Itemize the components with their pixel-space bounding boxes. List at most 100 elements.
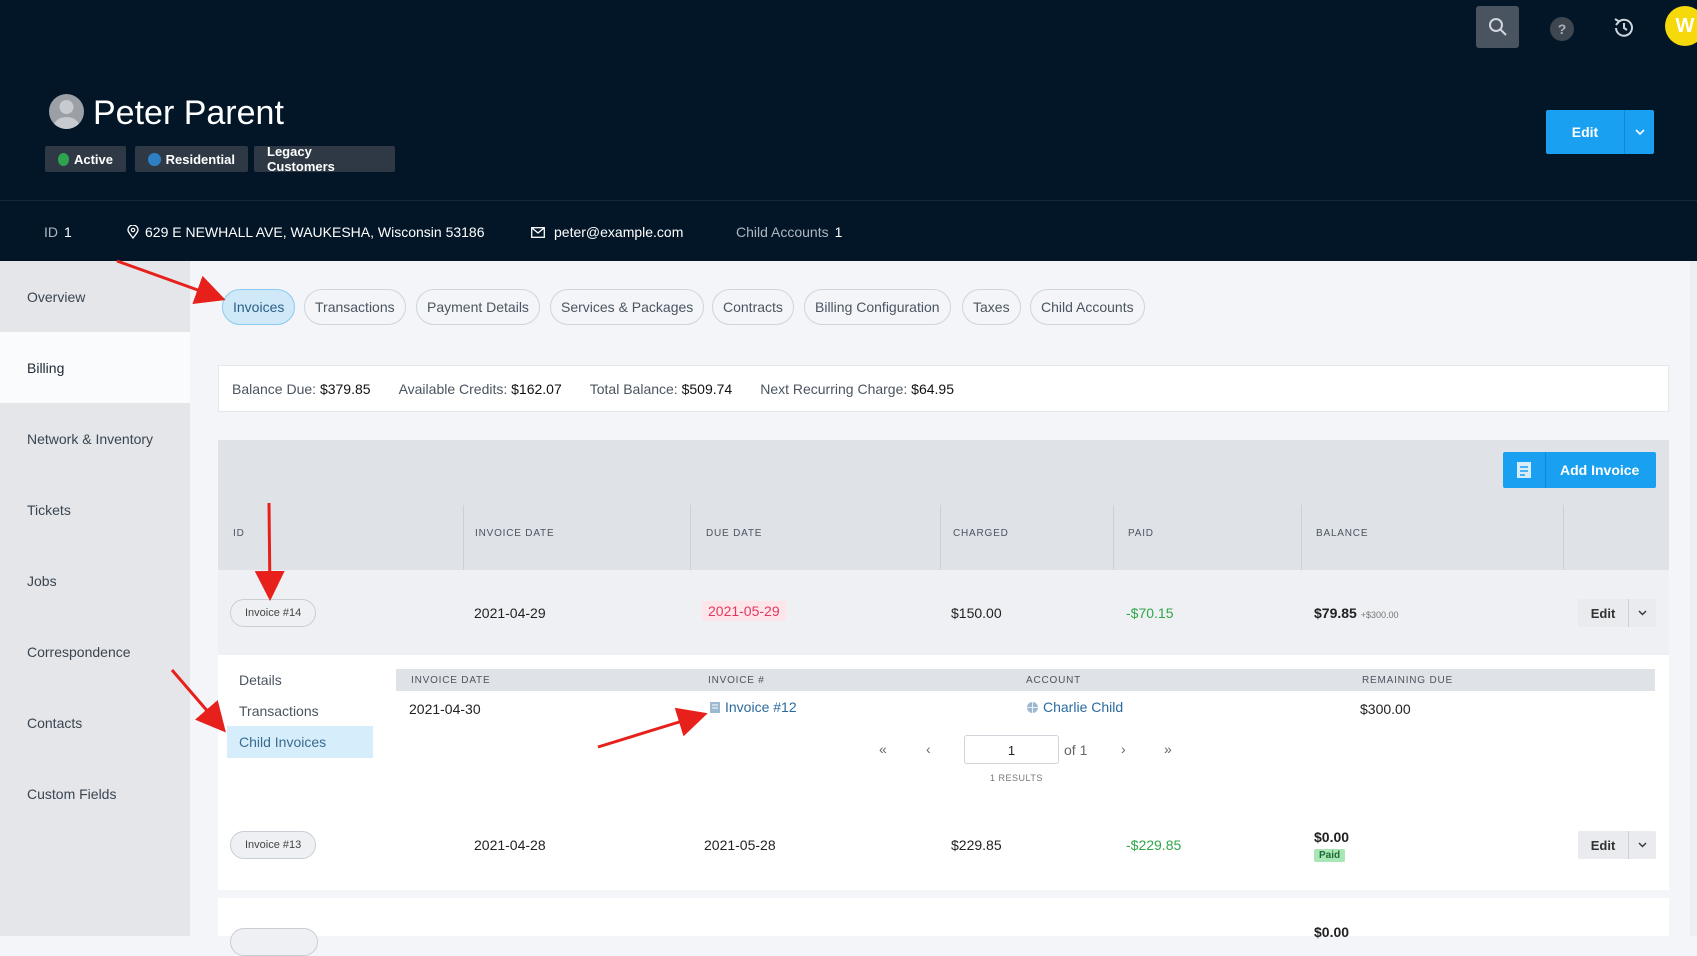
child-invoice-number[interactable]: Invoice #12 <box>725 699 797 715</box>
sidebar-item-overview[interactable]: Overview <box>0 261 190 332</box>
invoice-date-cell: 2021-04-28 <box>474 837 546 853</box>
next-charge-value: $64.95 <box>911 380 954 397</box>
results-count: 1 RESULTS <box>990 773 1043 783</box>
column-header-paid[interactable]: PAID <box>1128 528 1154 539</box>
balance-cell: $79.85 +$300.00 <box>1314 605 1399 621</box>
column-header-id[interactable]: ID <box>233 528 245 539</box>
status-badge-active: Active <box>45 146 126 172</box>
row-edit-button[interactable]: Edit <box>1578 831 1656 859</box>
column-divider <box>940 505 941 570</box>
column-header-balance[interactable]: BALANCE <box>1316 528 1368 539</box>
user-avatar[interactable]: W <box>1665 6 1697 46</box>
child-invoice-date: 2021-04-30 <box>409 701 481 717</box>
column-divider <box>1301 505 1302 570</box>
charged-cell: $229.85 <box>951 837 1002 853</box>
invoice-id-pill[interactable] <box>230 928 318 956</box>
sidebar-item-contacts[interactable]: Contacts <box>0 687 190 758</box>
pager-last-icon[interactable]: » <box>1164 741 1172 757</box>
search-button[interactable] <box>1476 6 1519 48</box>
invoice-icon <box>710 701 720 713</box>
top-bar <box>0 0 1697 58</box>
customer-name: Peter Parent <box>93 94 284 132</box>
sidebar-item-network-inventory[interactable]: Network & Inventory <box>0 403 190 474</box>
table-row[interactable] <box>218 800 1669 890</box>
paid-cell: -$70.15 <box>1126 605 1174 621</box>
sidebar-item-custom-fields[interactable]: Custom Fields <box>0 758 190 829</box>
edit-label[interactable]: Edit <box>1578 599 1629 627</box>
id-label: ID <box>44 224 58 240</box>
total-balance: Total Balance: $509.74 <box>590 381 732 397</box>
tab-services-packages[interactable]: Services & Packages <box>550 289 705 325</box>
edit-customer-button[interactable]: Edit <box>1546 110 1654 154</box>
credits-value: $162.07 <box>511 380 562 397</box>
customer-info-bar: ID 1 629 E NEWHALL AVE, WAUKESHA, Wiscon… <box>0 201 1697 261</box>
invoice-table-header <box>218 440 1669 570</box>
child-accounts-label: Child Accounts <box>736 224 829 240</box>
status-badge-legacy: Legacy Customers <box>254 144 395 174</box>
id-value: 1 <box>64 224 72 240</box>
next-charge-label: Next Recurring Charge: <box>760 380 908 397</box>
sub-column-remaining-due: REMAINING DUE <box>1362 675 1453 686</box>
pager-prev-icon[interactable]: ‹ <box>926 741 931 757</box>
child-account-name[interactable]: Charlie Child <box>1043 699 1123 715</box>
help-icon[interactable]: ? <box>1550 17 1574 41</box>
child-account-link[interactable]: Charlie Child <box>1026 699 1123 715</box>
tab-contracts[interactable]: Contracts <box>712 289 794 325</box>
column-divider <box>1113 505 1114 570</box>
history-icon[interactable] <box>1610 14 1638 42</box>
residential-dot-icon <box>148 152 161 166</box>
sidebar-item-jobs[interactable]: Jobs <box>0 545 190 616</box>
subnav-details[interactable]: Details <box>227 664 373 696</box>
page-number-input[interactable]: 1 <box>964 735 1059 764</box>
total-balance-value: $509.74 <box>681 380 733 397</box>
sidebar-item-correspondence[interactable]: Correspondence <box>0 616 190 687</box>
tag-label: Legacy Customers <box>267 144 335 174</box>
invoice-id-pill[interactable]: Invoice #13 <box>230 831 317 859</box>
column-header-invoice-date[interactable]: INVOICE DATE <box>475 528 554 539</box>
table-row[interactable] <box>218 570 1669 655</box>
active-dot-icon <box>58 152 69 166</box>
customer-avatar <box>49 94 84 129</box>
charged-cell: $150.00 <box>951 605 1002 621</box>
pager-first-icon[interactable]: « <box>879 741 887 757</box>
sidebar-item-billing[interactable]: Billing <box>0 332 190 403</box>
invoice-icon <box>1503 452 1546 488</box>
child-invoice-link[interactable]: Invoice #12 <box>709 699 797 715</box>
edit-label[interactable]: Edit <box>1546 110 1625 154</box>
column-divider <box>1563 505 1564 570</box>
subnav-child-invoices[interactable]: Child Invoices <box>227 726 373 758</box>
edit-label[interactable]: Edit <box>1578 831 1629 859</box>
tab-invoices[interactable]: Invoices <box>222 289 296 325</box>
pager-total-pages: of 1 <box>1064 742 1088 758</box>
email-text: peter@example.com <box>554 224 684 240</box>
invoice-id-pill[interactable]: Invoice #14 <box>230 599 317 627</box>
balance-due-label: Balance Due: <box>232 380 317 397</box>
column-header-charged[interactable]: CHARGED <box>953 528 1009 539</box>
child-balance-extra: +$300.00 <box>1360 610 1399 620</box>
balance-cell: $0.00 <box>1314 924 1350 940</box>
tab-taxes[interactable]: Taxes <box>962 289 1021 325</box>
chevron-down-icon[interactable] <box>1629 599 1656 627</box>
credits-label: Available Credits: <box>398 380 508 397</box>
child-remaining-due: $300.00 <box>1360 701 1411 717</box>
tab-payment-details[interactable]: Payment Details <box>416 289 540 325</box>
search-icon <box>1488 18 1507 36</box>
subnav-transactions[interactable]: Transactions <box>227 695 373 727</box>
scrollbar[interactable] <box>1690 261 1697 936</box>
column-header-due-date[interactable]: DUE DATE <box>706 528 762 539</box>
customer-address: 629 E NEWHALL AVE, WAUKESHA, Wisconsin 5… <box>127 224 485 240</box>
add-invoice-button[interactable]: Add Invoice <box>1503 452 1656 488</box>
table-row[interactable] <box>218 898 1669 936</box>
balance-due: Balance Due: $379.85 <box>232 381 371 397</box>
tab-transactions[interactable]: Transactions <box>304 289 406 325</box>
sub-column-invoice-number: INVOICE # <box>708 675 765 686</box>
balance-value: $0.00 <box>1314 829 1350 845</box>
tab-billing-configuration[interactable]: Billing Configuration <box>804 289 951 325</box>
row-edit-button[interactable]: Edit <box>1578 599 1656 627</box>
tab-child-accounts[interactable]: Child Accounts <box>1030 289 1145 325</box>
pager-next-icon[interactable]: › <box>1121 741 1126 757</box>
chevron-down-icon[interactable] <box>1629 831 1656 859</box>
sidebar-item-tickets[interactable]: Tickets <box>0 474 190 545</box>
overdue-date: 2021-05-29 <box>702 601 786 621</box>
chevron-down-icon[interactable] <box>1625 110 1654 154</box>
